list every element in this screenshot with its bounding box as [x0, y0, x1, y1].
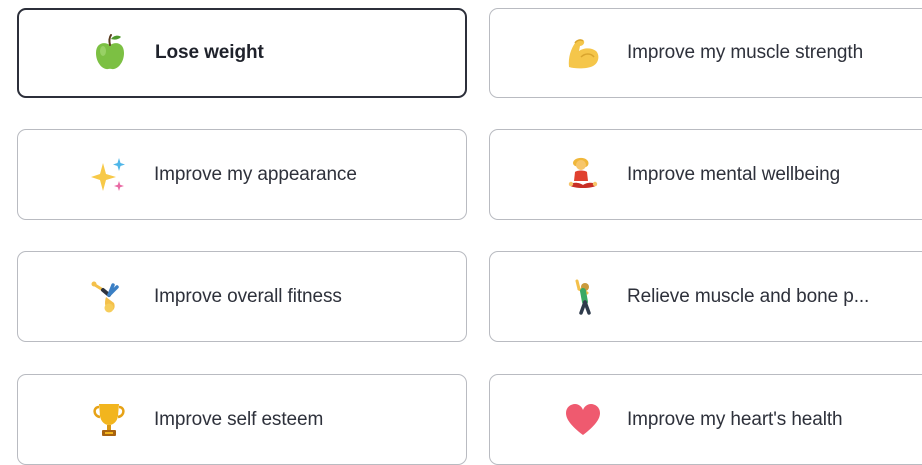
goal-option-muscle-bone[interactable]: Relieve muscle and bone p... [489, 251, 922, 342]
goal-label: Improve my heart's health [627, 408, 843, 430]
green-apple-icon [89, 32, 131, 74]
goal-label: Lose weight [155, 42, 264, 63]
trophy-icon [88, 399, 130, 441]
flexed-biceps-icon [562, 32, 604, 74]
goal-label: Relieve muscle and bone p... [627, 285, 870, 307]
goal-option-lose-weight[interactable]: Lose weight [17, 8, 467, 98]
goal-option-self-esteem[interactable]: Improve self esteem [17, 374, 467, 465]
sparkles-icon [88, 154, 130, 196]
person-cartwheeling-icon [88, 276, 130, 318]
person-stretching-icon [562, 276, 604, 318]
woman-in-lotus-position-icon [562, 154, 604, 196]
goal-option-mental-wellbeing[interactable]: Improve mental wellbeing [489, 129, 922, 220]
goal-option-overall-fitness[interactable]: Improve overall fitness [17, 251, 467, 342]
goal-label: Improve mental wellbeing [627, 163, 841, 185]
goal-label: Improve my appearance [154, 163, 357, 185]
red-heart-icon [562, 399, 604, 441]
goal-option-appearance[interactable]: Improve my appearance [17, 129, 467, 220]
goal-options-grid: Lose weight Improve my muscle strength I… [0, 0, 922, 465]
goal-option-muscle-strength[interactable]: Improve my muscle strength [489, 8, 922, 98]
goal-label: Improve overall fitness [154, 285, 342, 307]
goal-label: Improve self esteem [154, 408, 324, 430]
goal-option-heart-health[interactable]: Improve my heart's health [489, 374, 922, 465]
goal-label: Improve my muscle strength [627, 42, 864, 63]
